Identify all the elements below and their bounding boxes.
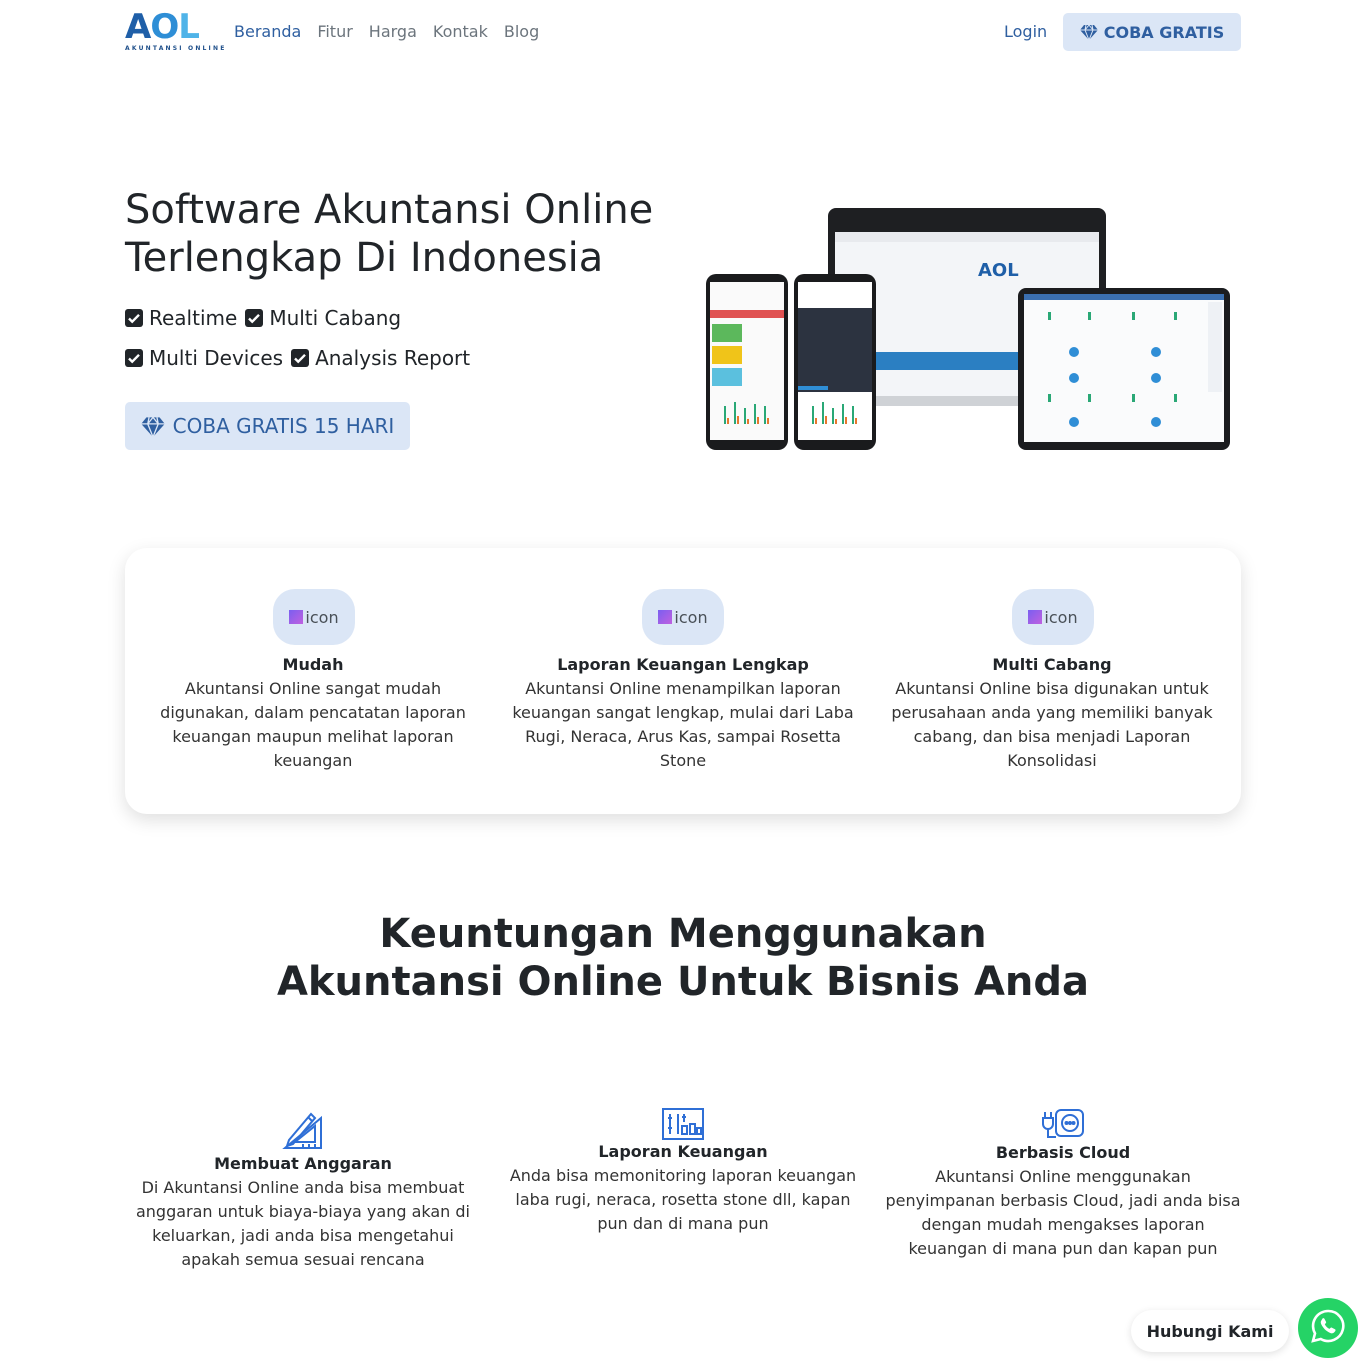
- feature-multi-cabang: Multi Cabang: [269, 306, 402, 330]
- phone-screen-1: [710, 282, 784, 440]
- broken-image-icon: icon: [273, 589, 355, 645]
- benefits-title-line1: Keuntungan Menggunakan: [379, 911, 987, 957]
- checkbox-checked-icon: [291, 349, 310, 367]
- benefit-desc: Anda bisa memonitoring laporan keuangan …: [509, 1166, 857, 1233]
- phone-screen-2: [798, 282, 872, 440]
- checkbox-checked-icon: [125, 309, 143, 327]
- nav-link-kontak[interactable]: Kontak: [425, 20, 496, 44]
- checkbox-checked-icon: [125, 349, 143, 367]
- benefits-title: Keuntungan Menggunakan Akuntansi Online …: [0, 910, 1366, 1006]
- benefit-laporan-keuangan: Laporan Keuangan Anda bisa memonitoring …: [504, 1108, 862, 1236]
- highlight-laporan-lengkap: icon Laporan Keuangan Lengkap Akuntansi …: [507, 548, 859, 814]
- hero-title-line2: Terlengkap Di Indonesia: [125, 235, 604, 281]
- whatsapp-button[interactable]: [1298, 1298, 1358, 1358]
- hero-title: Software Akuntansi Online Terlengkap Di …: [125, 186, 705, 282]
- browser-bar: [835, 232, 1099, 242]
- try-free-button[interactable]: COBA GRATIS: [1063, 13, 1241, 51]
- benefits-title-line2: Akuntansi Online Untuk Bisnis Anda: [276, 959, 1090, 1005]
- contact-us-label[interactable]: Hubungi Kami: [1131, 1310, 1289, 1352]
- ruler-pencil-icon: [130, 1108, 476, 1152]
- feature-analysis-report: Analysis Report: [315, 346, 471, 370]
- feature-multi-devices: Multi Devices: [149, 346, 284, 370]
- highlight-title: Laporan Keuangan Lengkap: [557, 655, 809, 674]
- benefit-title: Membuat Anggaran: [214, 1154, 392, 1173]
- nav-link-blog[interactable]: Blog: [496, 20, 547, 44]
- highlight-desc: Akuntansi Online bisa digunakan untuk pe…: [891, 679, 1213, 770]
- highlight-desc: Akuntansi Online menampilkan laporan keu…: [512, 679, 854, 770]
- diamond-icon: [140, 415, 165, 437]
- logo-subtitle: AKUNTANSI ONLINE: [125, 45, 227, 52]
- phone-mockup-1: [706, 274, 788, 450]
- laptop-logo: AOL: [978, 260, 1019, 281]
- nav-link-beranda[interactable]: Beranda: [226, 20, 309, 44]
- benefit-desc: Akuntansi Online menggunakan penyimpanan…: [885, 1167, 1241, 1258]
- benefit-title: Berbasis Cloud: [995, 1143, 1131, 1162]
- navbar: AOL AKUNTANSI ONLINE Beranda Fitur Harga…: [0, 0, 1366, 64]
- icon-alt-text: icon: [1044, 607, 1078, 627]
- feature-realtime: Realtime: [149, 306, 238, 330]
- login-link[interactable]: Login: [1004, 20, 1047, 44]
- tablet-mockup: [1018, 288, 1230, 450]
- main-nav: Beranda Fitur Harga Kontak Blog: [226, 20, 547, 44]
- icon-alt-text: icon: [305, 607, 339, 627]
- try-free-label: COBA GRATIS: [1103, 22, 1225, 42]
- highlight-multi-cabang: icon Multi Cabang Akuntansi Online bisa …: [887, 548, 1217, 814]
- benefit-cloud: Berbasis Cloud Akuntansi Online mengguna…: [880, 1108, 1246, 1261]
- report-chart-icon: [504, 1108, 862, 1140]
- highlights-card: icon Mudah Akuntansi Online sangat mudah…: [125, 548, 1241, 814]
- devices-illustration: AOL: [706, 208, 1230, 452]
- phone-mockup-2: [794, 274, 876, 450]
- try-free-15-days-label: COBA GRATIS 15 HARI: [172, 414, 395, 438]
- hero-title-line1: Software Akuntansi Online: [125, 187, 654, 233]
- whatsapp-icon: [1310, 1308, 1346, 1348]
- checkbox-checked-icon: [245, 309, 264, 327]
- broken-image-icon: icon: [642, 589, 724, 645]
- tablet-screen: [1024, 294, 1224, 442]
- benefit-desc: Di Akuntansi Online anda bisa membuat an…: [135, 1178, 470, 1269]
- highlight-title: Mudah: [282, 655, 344, 674]
- icon-alt-text: icon: [674, 607, 708, 627]
- nav-link-harga[interactable]: Harga: [361, 20, 425, 44]
- highlight-desc: Akuntansi Online sangat mudah digunakan,…: [160, 679, 466, 770]
- try-free-15-days-button[interactable]: COBA GRATIS 15 HARI: [125, 402, 410, 450]
- cloud-plug-icon: [880, 1108, 1246, 1141]
- broken-image-icon: icon: [1012, 589, 1094, 645]
- benefit-anggaran: Membuat Anggaran Di Akuntansi Online and…: [130, 1108, 476, 1272]
- feature-list-row2: Multi Devices Analysis Report: [125, 343, 478, 373]
- diamond-icon: [1079, 24, 1098, 40]
- logo-mark: AOL: [125, 7, 200, 47]
- highlight-mudah: icon Mudah Akuntansi Online sangat mudah…: [155, 548, 471, 814]
- highlight-title: Multi Cabang: [992, 655, 1112, 674]
- brand-logo[interactable]: AOL AKUNTANSI ONLINE: [125, 7, 224, 54]
- benefit-title: Laporan Keuangan: [598, 1142, 768, 1161]
- feature-list-row1: Realtime Multi Cabang: [125, 303, 409, 333]
- nav-link-fitur[interactable]: Fitur: [309, 20, 360, 44]
